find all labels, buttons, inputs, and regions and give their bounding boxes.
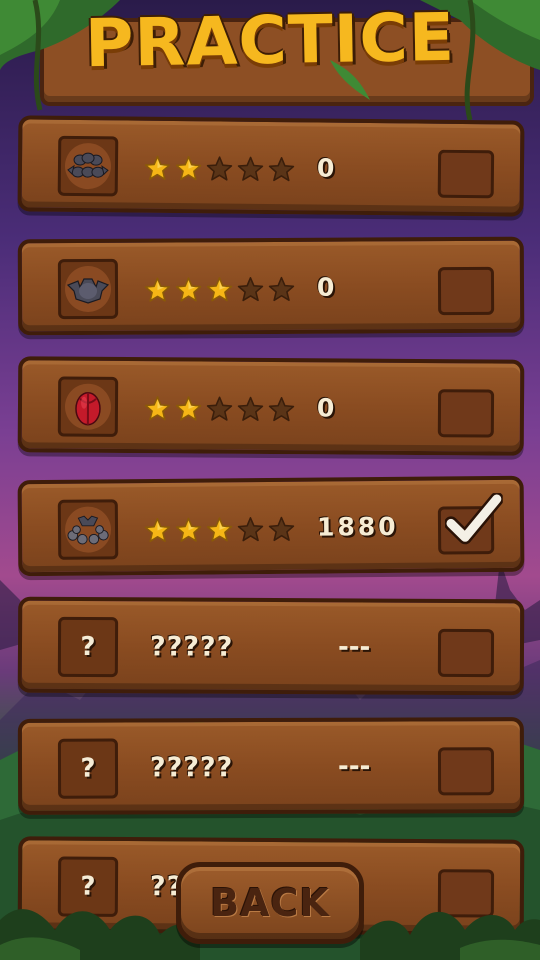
- question-mark-icon: ?: [80, 632, 96, 663]
- star-filled-icon: [206, 517, 233, 542]
- level-row[interactable]: 0: [17, 236, 525, 336]
- star-rating: [144, 276, 295, 304]
- page-title: PRACTICE: [84, 0, 456, 83]
- level-icon-frame: [57, 499, 119, 560]
- completion-checkbox[interactable]: [437, 149, 495, 199]
- level-row[interactable]: ?????? ---: [17, 717, 525, 815]
- red-cocoon-icon: [64, 383, 112, 430]
- level-row[interactable]: 0: [17, 115, 525, 217]
- star-empty-icon: [268, 516, 295, 542]
- completion-checkbox[interactable]: [437, 389, 495, 438]
- star-rating: [144, 395, 295, 423]
- star-filled-icon: [175, 277, 202, 302]
- level-icon-frame: ?: [57, 616, 119, 678]
- level-name-locked: ?????: [149, 631, 234, 663]
- level-score: ---: [337, 632, 371, 663]
- level-score: 0: [316, 272, 338, 302]
- level-score: 0: [316, 393, 338, 423]
- back-button[interactable]: BACK: [176, 862, 364, 944]
- bat-swarm-icon: [64, 142, 112, 190]
- star-filled-icon: [144, 155, 171, 180]
- completion-checkbox[interactable]: [437, 628, 495, 678]
- level-icon-frame: [57, 258, 119, 320]
- level-icon-frame: [57, 376, 119, 437]
- star-empty-icon: [237, 517, 264, 542]
- level-row[interactable]: 0: [17, 356, 525, 456]
- level-score: ---: [337, 751, 371, 782]
- bat-icon: [64, 265, 112, 313]
- bat-eggs-icon: [64, 506, 112, 553]
- star-empty-icon: [237, 277, 264, 302]
- star-filled-icon: [175, 156, 202, 181]
- star-rating: [144, 155, 295, 184]
- question-mark-icon: ?: [80, 753, 96, 784]
- star-empty-icon: [237, 156, 264, 181]
- question-mark-icon: ?: [80, 871, 96, 902]
- level-row[interactable]: ?????? ---: [17, 596, 525, 696]
- star-empty-icon: [237, 396, 264, 421]
- completion-checkbox[interactable]: [437, 266, 495, 316]
- star-filled-icon: [144, 396, 171, 421]
- star-empty-icon: [206, 396, 233, 421]
- completion-checkbox[interactable]: [437, 869, 495, 918]
- star-empty-icon: [268, 396, 295, 422]
- star-filled-icon: [175, 396, 202, 421]
- level-icon-frame: ?: [57, 856, 119, 917]
- star-empty-icon: [268, 157, 295, 182]
- star-rating: [144, 516, 295, 544]
- completion-checkbox[interactable]: [437, 747, 495, 796]
- level-score: 0: [316, 153, 338, 183]
- star-empty-icon: [206, 156, 233, 181]
- level-score: 1880: [316, 511, 399, 542]
- star-filled-icon: [206, 277, 233, 302]
- checkmark-icon: [444, 492, 504, 545]
- level-icon-frame: ?: [57, 738, 119, 799]
- star-filled-icon: [144, 517, 171, 543]
- star-filled-icon: [175, 517, 202, 542]
- star-filled-icon: [144, 277, 171, 302]
- star-empty-icon: [268, 276, 295, 302]
- level-icon-frame: [57, 135, 119, 197]
- level-name-locked: ?????: [149, 752, 234, 784]
- back-button-label: BACK: [210, 881, 330, 925]
- completion-checkbox[interactable]: [437, 492, 504, 555]
- level-row[interactable]: 1880: [17, 475, 525, 577]
